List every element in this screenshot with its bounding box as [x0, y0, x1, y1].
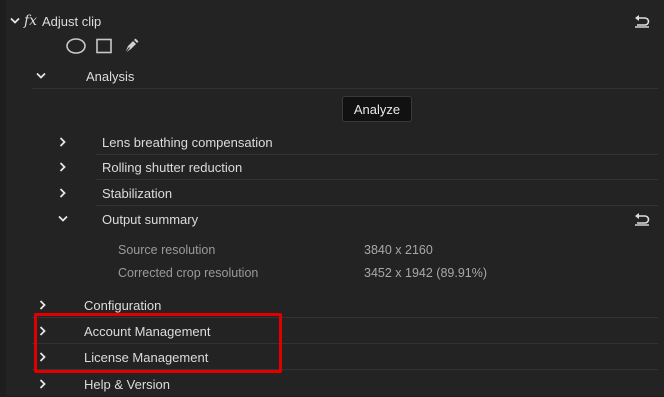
chevron-right-icon[interactable] [36, 324, 50, 338]
chevron-down-icon[interactable] [56, 212, 70, 226]
chevron-down-icon[interactable] [34, 69, 48, 83]
lens-breathing-row[interactable]: Lens breathing compensation [6, 129, 664, 155]
chevron-right-icon[interactable] [36, 377, 50, 391]
account-management-label: Account Management [84, 323, 211, 339]
chevron-down-icon[interactable] [8, 14, 22, 28]
effect-controls-panel: fx Adjust clip Analysis Analyze Lens bre… [6, 0, 664, 396]
help-version-label: Help & Version [84, 376, 170, 392]
rectangle-mask-icon[interactable] [96, 38, 112, 59]
source-resolution-value: 3840 x 2160 [364, 243, 433, 257]
configuration-section[interactable]: Configuration [6, 292, 664, 318]
output-summary-row[interactable]: Output summary [6, 206, 664, 232]
corrected-crop-resolution-label: Corrected crop resolution [118, 266, 259, 280]
analyze-button[interactable]: Analyze [342, 96, 412, 122]
ellipse-mask-icon[interactable] [66, 37, 86, 59]
corrected-crop-resolution-value: 3452 x 1942 (89.91%) [364, 266, 488, 280]
effect-title: Adjust clip [42, 13, 102, 29]
chevron-right-icon[interactable] [36, 350, 50, 364]
rolling-shutter-row[interactable]: Rolling shutter reduction [6, 154, 664, 180]
license-management-label: License Management [84, 349, 209, 365]
stabilization-row[interactable]: Stabilization [6, 180, 664, 206]
fx-icon[interactable]: fx [24, 13, 37, 29]
help-version-section[interactable]: Help & Version [6, 371, 664, 397]
account-management-section[interactable]: Account Management [6, 318, 664, 344]
chevron-right-icon[interactable] [56, 160, 70, 174]
reset-icon[interactable] [634, 212, 650, 226]
chevron-right-icon[interactable] [56, 135, 70, 149]
lens-breathing-label: Lens breathing compensation [102, 134, 273, 150]
mask-tools [66, 37, 140, 60]
configuration-label: Configuration [84, 297, 162, 313]
adjust-clip-header[interactable]: fx Adjust clip [6, 8, 664, 34]
chevron-right-icon[interactable] [36, 298, 50, 312]
reset-icon[interactable] [634, 14, 650, 28]
rolling-shutter-label: Rolling shutter reduction [102, 159, 243, 175]
license-management-section[interactable]: License Management [6, 344, 664, 370]
analysis-section[interactable]: Analysis [6, 63, 664, 89]
output-summary-label: Output summary [102, 211, 199, 227]
analysis-label: Analysis [86, 68, 135, 84]
pen-mask-icon[interactable] [122, 37, 140, 60]
stabilization-label: Stabilization [102, 185, 173, 201]
source-resolution-label: Source resolution [118, 243, 216, 257]
chevron-right-icon[interactable] [56, 186, 70, 200]
